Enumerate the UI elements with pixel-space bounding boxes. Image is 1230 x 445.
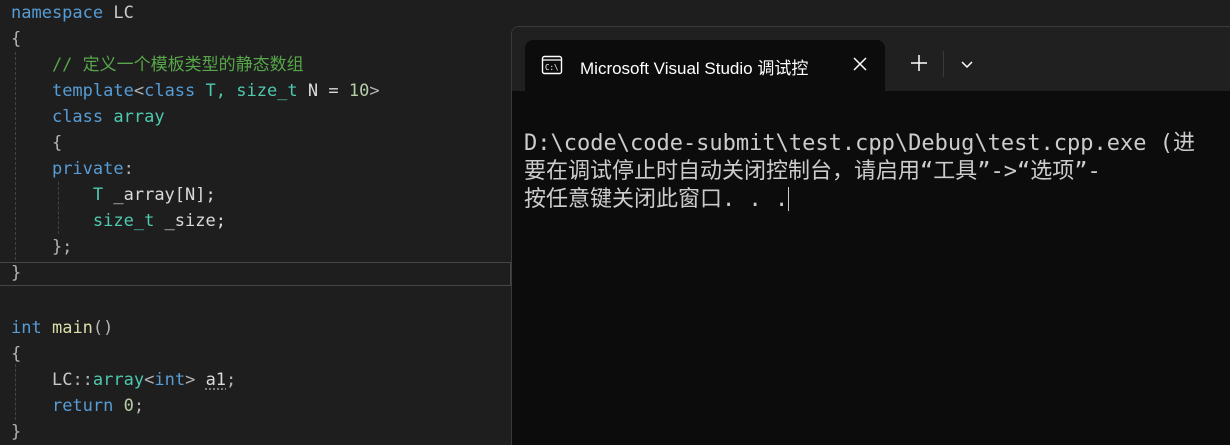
code-line-text: namespace LC [11, 0, 134, 26]
code-token: : [123, 159, 134, 179]
code-token: > [185, 370, 206, 390]
code-token: 0 [123, 396, 134, 416]
code-token: ; [226, 370, 237, 390]
code-token: LC [51, 370, 73, 390]
code-token: class [51, 107, 104, 127]
code-token: { [11, 344, 22, 364]
code-editor[interactable]: namespace LC{ // 定义一个模板类型的静态数组 template<… [0, 0, 512, 444]
terminal-tab[interactable]: C:\ Microsoft Visual Studio 调试控 [525, 40, 885, 91]
code-token: ; [133, 396, 145, 416]
code-line: { [0, 26, 512, 52]
code-token: private [51, 159, 124, 179]
code-line-text: // 定义一个模板类型的静态数组 [11, 52, 304, 78]
terminal-tab-bar: C:\ Microsoft Visual Studio 调试控 [512, 27, 1230, 91]
terminal-tab-title: Microsoft Visual Studio 调试控 [580, 59, 809, 78]
code-token: class [144, 81, 196, 101]
code-token: array [113, 107, 165, 127]
code-token: // 定义一个模板类型的静态数组 [11, 55, 304, 75]
code-line: // 定义一个模板类型的静态数组 [0, 52, 512, 78]
code-line: class array [0, 104, 512, 130]
terminal-output[interactable]: D:\code\code-submit\test.cpp\Debug\test.… [512, 91, 1230, 445]
code-token: size_t [236, 81, 298, 101]
code-token: _size; [154, 211, 226, 231]
code-token: () [92, 318, 114, 338]
code-token: }; [11, 237, 73, 257]
code-token: int [154, 370, 186, 390]
code-token: } [11, 422, 22, 442]
code-line: { [0, 130, 512, 156]
code-line-text: } [11, 419, 21, 444]
code-token: return [51, 396, 114, 416]
plus-icon[interactable] [908, 52, 930, 74]
code-line: namespace LC [0, 0, 512, 26]
code-line: return 0; [0, 393, 512, 419]
code-line: T _array[N]; [0, 182, 512, 208]
code-token: } [11, 263, 22, 283]
code-line-text: LC::array<int> a1; [11, 367, 236, 393]
code-token: size_t [92, 211, 155, 231]
code-line: }; [0, 234, 512, 260]
code-line: LC::array<int> a1; [0, 367, 512, 393]
code-line-text: }; [11, 234, 72, 260]
code-line-text: class array [11, 104, 165, 130]
code-line-text: return 0; [11, 393, 144, 419]
close-icon[interactable] [848, 52, 872, 76]
text-cursor [788, 187, 790, 211]
code-line-text: private: [11, 156, 134, 182]
code-token: LC [103, 3, 134, 23]
code-line: private: [0, 156, 512, 182]
code-line: size_t _size; [0, 208, 512, 234]
code-token: main [51, 318, 93, 338]
code-line-text: template<class T, size_t N = 10> [11, 78, 380, 104]
code-token: T [92, 185, 104, 205]
code-token: namespace [11, 3, 104, 23]
terminal-window[interactable]: C:\ Microsoft Visual Studio 调试控 D:\code\… [511, 26, 1230, 445]
code-token: 10 [348, 81, 370, 101]
code-token: N = [297, 81, 349, 101]
code-token: T, [195, 81, 237, 101]
terminal-line: 要在调试停止时自动关闭控制台，请启用“工具”->“选项”- [524, 159, 1101, 184]
code-token: template [51, 81, 134, 101]
code-token: int [11, 318, 42, 338]
code-token: :: [72, 370, 93, 390]
code-token: < [133, 81, 145, 101]
terminal-line: 按任意键关闭此窗口. . . [524, 186, 790, 214]
code-line-text: int main() [11, 315, 113, 341]
code-line-text: T _array[N]; [11, 182, 216, 208]
code-token: > [369, 81, 380, 101]
code-line-text: { [11, 26, 21, 52]
code-token: _array[N]; [103, 185, 216, 205]
svg-text:C:\: C:\ [545, 63, 559, 72]
code-line: { [0, 341, 512, 367]
code-line: } [0, 419, 512, 444]
code-line: int main() [0, 315, 512, 341]
chevron-down-icon[interactable] [957, 54, 977, 74]
code-line-text: size_t _size; [11, 208, 226, 234]
code-line-text: { [11, 130, 62, 156]
tab-separator [943, 51, 944, 77]
code-token: < [144, 370, 155, 390]
terminal-icon: C:\ [541, 55, 563, 75]
code-line-text: } [11, 260, 21, 286]
code-line: } [0, 260, 512, 286]
code-token: { [11, 133, 63, 153]
terminal-line-text: 按任意键关闭此窗口. . . [524, 187, 789, 212]
code-token: array [92, 370, 145, 390]
code-line-text: { [11, 341, 21, 367]
code-token: { [11, 29, 22, 49]
code-token: a1 [205, 370, 227, 390]
code-line: template<class T, size_t N = 10> [0, 78, 512, 104]
terminal-line: D:\code\code-submit\test.cpp\Debug\test.… [524, 131, 1196, 156]
